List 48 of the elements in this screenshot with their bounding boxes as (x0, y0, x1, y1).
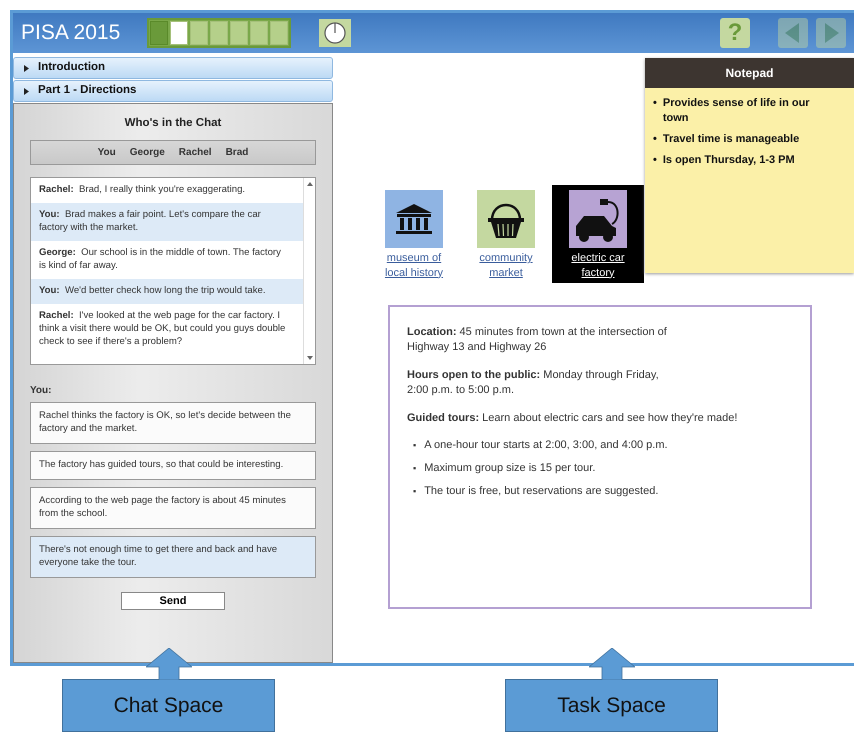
chat-message: You: We'd better check how long the trip would take. (31, 278, 303, 304)
callout-label: Task Space (505, 679, 718, 732)
reply-option[interactable]: The factory has guided tours, so that could be interesting. (30, 451, 316, 480)
app-title: PISA 2015 (21, 20, 122, 46)
info-text: Location: 45 minutes from town at the intersection of Highway 13 and Highway 26 (407, 325, 668, 356)
section-header[interactable]: Part 1 - Directions (13, 80, 333, 102)
place-link[interactable]: electric car factory (552, 185, 644, 283)
triangle-left-icon (785, 23, 801, 43)
chat-title: Who's in the Chat (124, 116, 222, 131)
scroll-up-icon[interactable] (306, 182, 312, 186)
place-link[interactable]: community market (460, 185, 552, 283)
caret-icon (24, 64, 29, 72)
note-item: Is open Thursday, 1-3 PM (662, 152, 795, 168)
participant-name: You (98, 146, 116, 160)
bullet-mark: • (653, 132, 657, 147)
info-bullet: The tour is free, but reservations are suggested. (424, 484, 658, 498)
notepad-title: Notepad (645, 58, 854, 88)
participant-name: George (130, 146, 165, 160)
bullet-mark: ▪ (413, 462, 416, 474)
participant-name: Rachel (178, 146, 212, 160)
info-text: Hours open to the public: Monday through Friday, 2:00 p.m. to 5:00 p.m. (407, 368, 660, 398)
info-text: Guided tours: Learn about electric cars and see how they're made! (407, 410, 738, 426)
chat-message: You: Brad makes a fair point. Let's compare the car factory with the market. (31, 203, 303, 242)
triangle-right-icon (823, 23, 839, 43)
reply-option[interactable]: Rachel thinks the factory is OK, so let's decide between the factory and the market. (30, 402, 316, 444)
scrollbar[interactable] (303, 178, 315, 364)
bullet-mark: • (653, 96, 657, 111)
bullet-mark: • (653, 152, 657, 168)
send-button[interactable]: Send (121, 592, 225, 610)
bullet-mark: ▪ (413, 439, 416, 452)
callout-label: Chat Space (62, 679, 275, 732)
chat-message: George: Our school is in the middle of town. The factory is kind of far away. (38, 246, 282, 273)
info-bullet: Maximum group size is 15 per tour. (424, 460, 596, 476)
info-bullet: A one-hour tour starts at 2:00, 3:00, and 4:00 p.m. (424, 438, 668, 453)
reply-label: You: (30, 384, 52, 398)
scroll-down-icon[interactable] (306, 356, 312, 360)
note-item: Travel time is manageable (662, 132, 800, 147)
place-link[interactable]: museum of local history (368, 185, 460, 283)
caret-icon (24, 88, 29, 94)
reply-option[interactable]: There's not enough time to get there and back and have everyone take the tour. (30, 536, 316, 578)
note-item: Provides sense of life in our town (662, 96, 811, 126)
bullet-mark: ▪ (413, 484, 416, 498)
reply-option[interactable]: According to the web page the factory is about 45 minutes from the school. (30, 487, 316, 529)
section-header[interactable]: Introduction (13, 57, 333, 79)
chat-message: Rachel: Brad, I really think you're exaggerating. (38, 183, 246, 198)
participant-name: Brad (226, 146, 248, 160)
timer-icon (319, 19, 351, 47)
chat-message: Rachel: I've looked at the web page for the car factory. I think a visit there would be OK, but could you guys double check to see if there's a problem? (38, 308, 286, 349)
